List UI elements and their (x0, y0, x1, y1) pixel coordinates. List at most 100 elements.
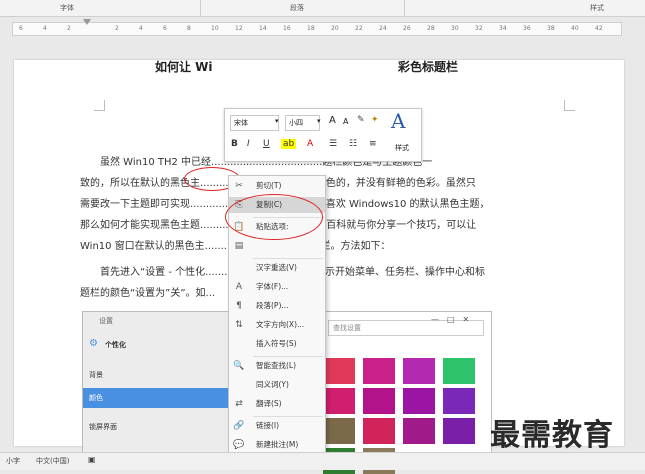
italic-icon[interactable]: I (247, 139, 250, 149)
ruler-tick: 4 (43, 25, 47, 32)
context-menu-label: 智能查找(L) (256, 361, 297, 370)
color-swatch (403, 418, 435, 444)
paste-option-icon: ▤ (234, 241, 244, 251)
ruler-tick: 8 (187, 25, 191, 32)
text-line: Win10 窗口在默认的黑色主.........................… (80, 241, 391, 252)
numbering-icon[interactable]: ☷ (349, 139, 357, 149)
context-menu-item[interactable]: ▤ (229, 238, 325, 254)
context-menu-item[interactable]: ✂ 剪切(T) (229, 178, 325, 194)
styles-label: 样式 (395, 144, 409, 152)
gear-icon: ⚙ (89, 338, 98, 349)
highlight-icon[interactable]: ab (281, 139, 297, 149)
context-menu-item[interactable]: A 字体(F)... (229, 279, 325, 295)
chevron-down-icon[interactable]: ▾ (317, 117, 321, 125)
ruler-tick: 18 (307, 25, 315, 32)
ruler-tick: 6 (163, 25, 167, 32)
doc-title-left: 如何让 Wi (155, 60, 213, 74)
context-menu-label: 字体(F)... (256, 282, 289, 291)
divider (404, 0, 405, 16)
bullets-icon[interactable]: ☰ (329, 139, 337, 149)
context-menu-item[interactable]: 汉字重选(V) (229, 260, 325, 276)
translate-icon: ⇄ (235, 399, 243, 409)
ribbon-group-paragraph: 段落 (290, 4, 304, 12)
text-line: 致的，所以在默认的黑色主...........................依… (80, 173, 580, 194)
scissors-icon: ✂ (235, 181, 243, 191)
ruler-tick: 36 (523, 25, 531, 32)
context-menu-item[interactable]: 同义词(Y) (229, 377, 325, 393)
text-line: 那么如何才能实现黑色主题........................？下面文… (80, 215, 580, 236)
margin-corner (564, 100, 575, 111)
ribbon-group-styles: 样式 (590, 4, 604, 12)
macro-icon[interactable]: ▣ (88, 455, 96, 464)
ribbon-group-strip: 字体 段落 样式 (0, 0, 645, 17)
styles-icon[interactable]: A (391, 109, 405, 133)
context-menu-item[interactable]: ⇄ 翻译(S) (229, 396, 325, 412)
context-menu-label: 插入符号(S) (256, 339, 297, 348)
settings-nav-colors: 颜色 (89, 394, 103, 402)
ruler-tick: 16 (283, 25, 291, 32)
ruler-tick: 12 (235, 25, 243, 32)
context-menu-label: 段落(P)... (256, 301, 289, 310)
status-word-count[interactable]: 小字 (6, 456, 20, 466)
ruler-tick: 32 (475, 25, 483, 32)
ruler-tick: 42 (595, 25, 603, 32)
ruler-tick: 40 (571, 25, 579, 32)
color-swatch (443, 418, 475, 444)
settings-nav-lockscreen: 锁屏界面 (89, 423, 117, 431)
settings-home-label: 个性化 (105, 341, 126, 349)
mini-toolbar: 宋体 ▾ 小四 ▾ A A ✎ ✦ A 样式 B I U ab A ☰ ☷ ≡ (224, 108, 422, 162)
color-swatch (403, 358, 435, 384)
styles-list-icon[interactable]: ≡ (369, 139, 377, 149)
color-swatch (443, 358, 475, 384)
settings-nav-background: 背景 (89, 371, 103, 379)
grow-font-icon[interactable]: A (329, 115, 336, 126)
paragraph-icon: ¶ (236, 301, 242, 311)
context-menu-item[interactable]: 🔍 智能查找(L) (229, 358, 325, 374)
color-swatch (323, 358, 355, 384)
ruler-tick: 26 (403, 25, 411, 32)
ruler-tick: 24 (379, 25, 387, 32)
context-menu-item[interactable]: ⇅ 文字方向(X)... (229, 317, 325, 333)
bold-icon[interactable]: B (231, 139, 238, 149)
ruler-tick: 2 (115, 25, 119, 32)
menu-separator (253, 356, 323, 357)
menu-separator (253, 416, 323, 417)
font-color-icon[interactable]: A (307, 139, 313, 149)
ruler-tick: 4 (139, 25, 143, 32)
context-menu-item[interactable]: ¶ 段落(P)... (229, 298, 325, 314)
font-name-field[interactable]: 宋体 (230, 115, 279, 131)
context-menu-item[interactable]: 💬 新建批注(M) (229, 437, 325, 453)
context-menu-item[interactable]: 插入符号(S) (229, 336, 325, 352)
horizontal-ruler[interactable]: 6 4 2 2 4 6 8 10 12 14 16 18 20 22 24 26 28 30 32 34 36 38 40 4… (12, 19, 622, 36)
underline-icon[interactable]: U (263, 139, 270, 149)
ruler-tick: 20 (331, 25, 339, 32)
format-painter-icon[interactable]: ✎ (357, 115, 365, 125)
new-comment-icon: 💬 (233, 440, 245, 450)
text-line: 需要改一下主题即可实现...........................朋友… (80, 199, 490, 210)
ruler-tick: 28 (427, 25, 435, 32)
context-menu-item[interactable]: 🔗 链接(I) (229, 418, 325, 434)
color-swatch (443, 388, 475, 414)
divider (200, 0, 201, 16)
font-size-field[interactable]: 小四 (285, 115, 320, 131)
color-swatch (363, 358, 395, 384)
context-menu-label: 文字方向(X)... (256, 320, 305, 329)
smart-lookup-icon: 🔍 (233, 361, 245, 371)
context-menu-label: 新建批注(M) (256, 440, 299, 449)
settings-nav-selected (83, 388, 233, 408)
watermark-logo: 最需教育 (490, 418, 614, 453)
settings-window-title: 设置 (99, 317, 113, 325)
text-line: 首先进入“设置 - 个性化.........................”，… (100, 267, 485, 278)
context-menu-label: 同义词(Y) (256, 380, 289, 389)
shrink-font-icon[interactable]: A (343, 117, 348, 126)
clear-format-icon[interactable]: ✦ (371, 115, 379, 125)
highlight-circle (225, 194, 323, 240)
status-language[interactable]: 中文(中国) (36, 456, 69, 466)
indent-marker[interactable] (83, 19, 91, 25)
color-swatch (363, 418, 395, 444)
paragraph-2[interactable]: 首先进入“设置 - 个性化.........................”，… (80, 262, 580, 304)
color-swatch (323, 418, 355, 444)
paragraph-1[interactable]: 虽然 Win10 TH2 中已经........................… (80, 152, 580, 257)
context-menu-label: 翻译(S) (256, 399, 282, 408)
chevron-down-icon[interactable]: ▾ (275, 117, 279, 125)
